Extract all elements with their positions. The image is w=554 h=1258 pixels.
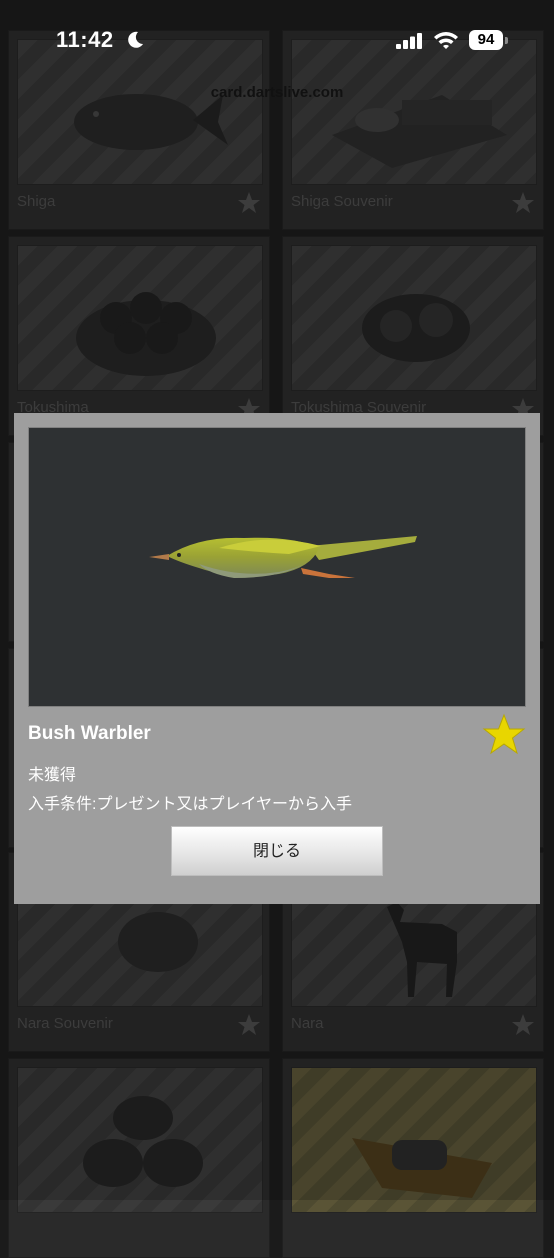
collection-card[interactable]: Shiga Souvenir: [282, 30, 544, 230]
card-label: Nara Souvenir: [17, 1015, 113, 1032]
battery-nub: [505, 37, 508, 44]
item-title: Bush Warbler: [28, 723, 151, 744]
bush-warbler-bird-icon: [149, 536, 417, 578]
card-label: Shiga: [17, 193, 56, 210]
acquisition-condition: 入手条件:プレゼント又はプレイヤーから入手: [28, 796, 352, 813]
acquisition-status: 未獲得: [28, 767, 77, 784]
sushi-boat-icon: [352, 1138, 492, 1198]
star-icon[interactable]: [511, 191, 535, 215]
collection-card[interactable]: Tokushima Souvenir: [282, 236, 544, 436]
item-image: [28, 427, 526, 707]
card-thumbnail: [291, 39, 537, 185]
card-label: Nara: [291, 1015, 324, 1032]
battery-icon: 94: [469, 30, 503, 50]
status-bar: 11:42 94: [0, 0, 554, 60]
fish-icon: [74, 94, 228, 150]
collection-card[interactable]: [8, 1058, 270, 1258]
favorite-star-icon[interactable]: [482, 713, 526, 757]
card-label: Shiga Souvenir: [291, 193, 393, 210]
card-thumbnail: [291, 1067, 537, 1213]
star-icon[interactable]: [237, 191, 261, 215]
food-tray-icon: [332, 95, 507, 168]
wifi-icon: [434, 32, 458, 49]
close-button[interactable]: 閉じる: [171, 826, 383, 876]
moon-icon: [128, 31, 143, 48]
card-thumbnail: [291, 245, 537, 391]
citrus-bowl-icon: [362, 294, 470, 362]
collection-card[interactable]: Shiga: [8, 30, 270, 230]
rice-bales-icon: [83, 1096, 203, 1187]
signal-icon: [396, 33, 422, 49]
url-label[interactable]: card.dartslive.com: [0, 84, 554, 101]
card-thumbnail: [17, 39, 263, 185]
item-detail-modal: Bush Warbler 未獲得 入手条件:プレゼント又はプレイヤーから入手 閉…: [14, 413, 540, 904]
collection-card[interactable]: [282, 1058, 544, 1258]
collection-card[interactable]: Tokushima: [8, 236, 270, 436]
star-icon[interactable]: [237, 1013, 261, 1037]
card-thumbnail: [17, 245, 263, 391]
fruit-basket-icon: [76, 292, 216, 376]
star-icon[interactable]: [511, 1013, 535, 1037]
status-time: 11:42: [56, 27, 114, 52]
card-thumbnail: [17, 1067, 263, 1213]
